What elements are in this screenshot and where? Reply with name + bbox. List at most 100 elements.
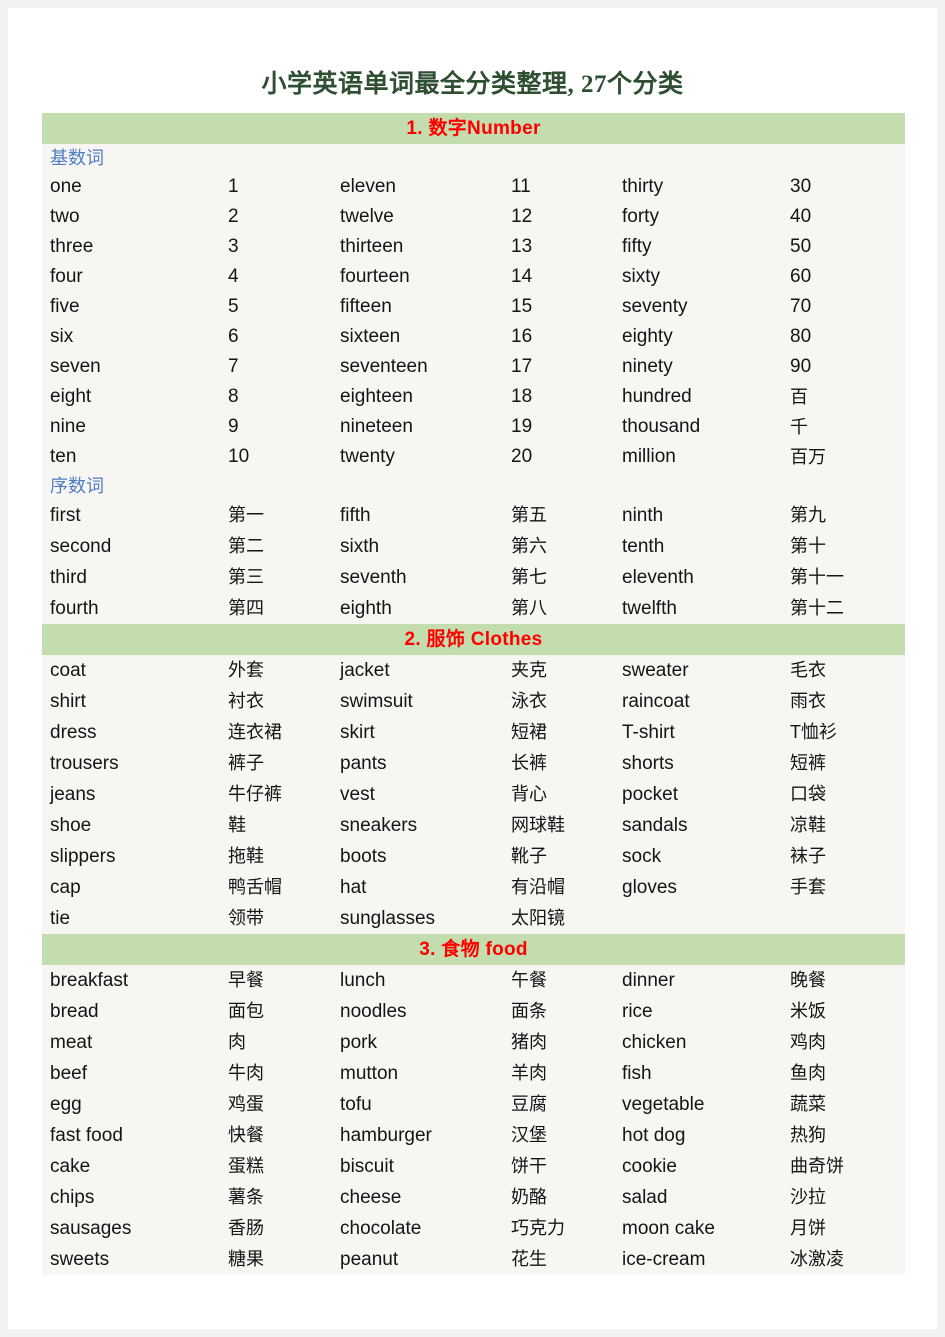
- cell-translation: 曲奇饼: [782, 1151, 906, 1182]
- cell-translation: 千: [782, 412, 906, 442]
- table-row: dress 连衣裙 skirt 短裙 T-shirt T恤衫: [42, 717, 906, 748]
- cell-translation: 11: [503, 172, 614, 202]
- cell-word: eight: [42, 382, 220, 412]
- cell-word: fourteen: [332, 262, 503, 292]
- cell-translation: 长裤: [503, 748, 614, 779]
- table-row: coat 外套 jacket 夹克 sweater 毛衣: [42, 655, 906, 686]
- table-row: first 第一 fifth 第五 ninth 第九: [42, 500, 906, 531]
- section-header-label: 1. 数字Number: [42, 113, 906, 144]
- cell-translation: 早餐: [220, 965, 332, 996]
- cell-translation: 15: [503, 292, 614, 322]
- cell-translation: 月饼: [782, 1213, 906, 1244]
- table-row: tie 领带 sunglasses 太阳镜: [42, 903, 906, 934]
- cell-translation: 7: [220, 352, 332, 382]
- cell-translation: 晚餐: [782, 965, 906, 996]
- section-header-label: 3. 食物 food: [42, 934, 906, 965]
- cell-word: mutton: [332, 1058, 503, 1089]
- cell-translation: 裤子: [220, 748, 332, 779]
- cell-word: hot dog: [614, 1120, 782, 1151]
- cell-word: fifth: [332, 500, 503, 531]
- cell-translation: 肉: [220, 1027, 332, 1058]
- table-row: meat 肉 pork 猪肉 chicken 鸡肉: [42, 1027, 906, 1058]
- cell-translation: 14: [503, 262, 614, 292]
- cell-translation: 饼干: [503, 1151, 614, 1182]
- table-row: fourth 第四 eighth 第八 twelfth 第十二: [42, 593, 906, 624]
- cell-translation: 连衣裙: [220, 717, 332, 748]
- cell-translation: 第一: [220, 500, 332, 531]
- table-row: sweets 糖果 peanut 花生 ice-cream 冰激凌: [42, 1244, 906, 1275]
- cell-word: nineteen: [332, 412, 503, 442]
- subsection-header-label: 基数词: [42, 144, 906, 172]
- section-header-row: 1. 数字Number: [42, 113, 906, 144]
- cell-word: trousers: [42, 748, 220, 779]
- page-title: 小学英语单词最全分类整理, 27个分类: [261, 71, 684, 98]
- cell-translation: 羊肉: [503, 1058, 614, 1089]
- cell-word: chicken: [614, 1027, 782, 1058]
- cell-translation: 网球鞋: [503, 810, 614, 841]
- cell-word: rice: [614, 996, 782, 1027]
- cell-word: chips: [42, 1182, 220, 1213]
- cell-translation: 凉鞋: [782, 810, 906, 841]
- cell-word: sock: [614, 841, 782, 872]
- table-row: jeans 牛仔裤 vest 背心 pocket 口袋: [42, 779, 906, 810]
- cell-translation: 领带: [220, 903, 332, 934]
- cell-translation: 18: [503, 382, 614, 412]
- cell-translation: 口袋: [782, 779, 906, 810]
- subsection-header-label: 序数词: [42, 472, 906, 500]
- cell-word: twelfth: [614, 593, 782, 624]
- cell-word: hat: [332, 872, 503, 903]
- cell-word: beef: [42, 1058, 220, 1089]
- cell-word: [614, 903, 782, 934]
- cell-word: tie: [42, 903, 220, 934]
- cell-translation: 6: [220, 322, 332, 352]
- cell-translation: 香肠: [220, 1213, 332, 1244]
- cell-word: nine: [42, 412, 220, 442]
- table-row: third 第三 seventh 第七 eleventh 第十一: [42, 562, 906, 593]
- cell-word: chocolate: [332, 1213, 503, 1244]
- cell-translation: 鱼肉: [782, 1058, 906, 1089]
- cell-word: fifteen: [332, 292, 503, 322]
- cell-translation: 奶酪: [503, 1182, 614, 1213]
- cell-word: sunglasses: [332, 903, 503, 934]
- cell-translation: 第十: [782, 531, 906, 562]
- cell-translation: 午餐: [503, 965, 614, 996]
- table-row: seven 7 seventeen 17 ninety 90: [42, 352, 906, 382]
- cell-translation: 第六: [503, 531, 614, 562]
- cell-word: shirt: [42, 686, 220, 717]
- cell-word: seventy: [614, 292, 782, 322]
- cell-translation: 沙拉: [782, 1182, 906, 1213]
- cell-word: twelve: [332, 202, 503, 232]
- cell-translation: 百: [782, 382, 906, 412]
- cell-word: sixty: [614, 262, 782, 292]
- cell-word: seven: [42, 352, 220, 382]
- cell-word: seventh: [332, 562, 503, 593]
- cell-word: six: [42, 322, 220, 352]
- cell-word: tofu: [332, 1089, 503, 1120]
- cell-word: three: [42, 232, 220, 262]
- cell-translation: 8: [220, 382, 332, 412]
- cell-word: sandals: [614, 810, 782, 841]
- cell-word: cookie: [614, 1151, 782, 1182]
- cell-translation: 70: [782, 292, 906, 322]
- cell-word: skirt: [332, 717, 503, 748]
- cell-word: sixth: [332, 531, 503, 562]
- cell-translation: 蛋糕: [220, 1151, 332, 1182]
- cell-translation: 雨衣: [782, 686, 906, 717]
- cell-word: ten: [42, 442, 220, 472]
- cell-translation: 鞋: [220, 810, 332, 841]
- table-row: cake 蛋糕 biscuit 饼干 cookie 曲奇饼: [42, 1151, 906, 1182]
- cell-translation: 薯条: [220, 1182, 332, 1213]
- cell-word: bread: [42, 996, 220, 1027]
- table-row: second 第二 sixth 第六 tenth 第十: [42, 531, 906, 562]
- subsection-header-row: 序数词: [42, 472, 906, 500]
- cell-word: moon cake: [614, 1213, 782, 1244]
- cell-word: lunch: [332, 965, 503, 996]
- cell-word: million: [614, 442, 782, 472]
- cell-translation: 30: [782, 172, 906, 202]
- cell-word: eighteen: [332, 382, 503, 412]
- cell-word: eleven: [332, 172, 503, 202]
- cell-translation: 有沿帽: [503, 872, 614, 903]
- cell-word: pocket: [614, 779, 782, 810]
- cell-translation: 巧克力: [503, 1213, 614, 1244]
- cell-word: breakfast: [42, 965, 220, 996]
